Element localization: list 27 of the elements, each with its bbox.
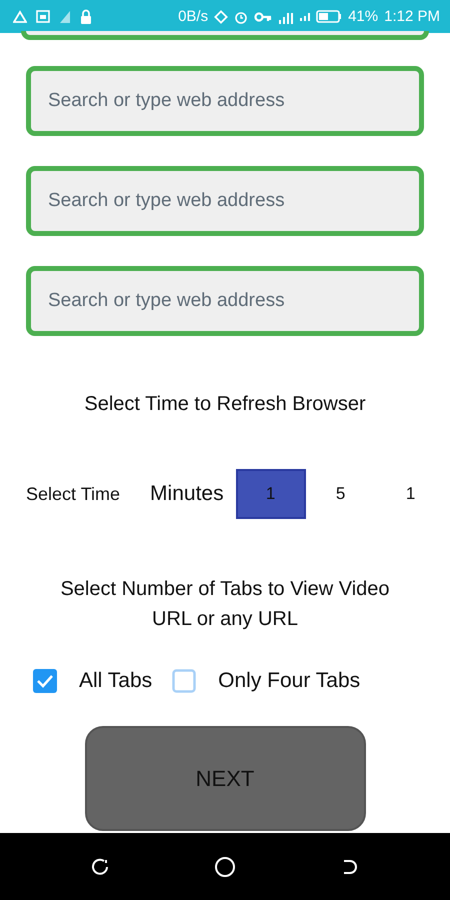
- lock-icon: [80, 9, 92, 24]
- warning-icon: [13, 10, 27, 24]
- url-input-field[interactable]: Search or type web address: [26, 166, 424, 236]
- checkbox-label: All Tabs: [79, 669, 152, 693]
- recents-icon[interactable]: [90, 856, 110, 876]
- minute-option[interactable]: 1: [376, 469, 446, 519]
- checkbox[interactable]: [33, 669, 57, 693]
- url-input-field[interactable]: Search or type web address: [26, 66, 424, 136]
- screenshot-icon: [36, 10, 50, 23]
- unit-label: Minutes: [150, 482, 224, 506]
- key-icon: [254, 10, 272, 22]
- minute-option[interactable]: 5: [306, 469, 376, 519]
- home-icon[interactable]: [214, 856, 236, 878]
- signal-icon: [59, 10, 71, 24]
- url-input-field[interactable]: Search or type web address: [26, 266, 424, 336]
- tabs-heading: Select Number of Tabs to View Video URL or any URL: [59, 577, 391, 632]
- signal-icon: [300, 12, 310, 21]
- network-speed: 0B/s: [178, 8, 208, 25]
- battery-percent: 41%: [348, 8, 378, 25]
- rotate-icon: [214, 10, 228, 24]
- time-label: Select Time: [26, 484, 120, 504]
- checkbox-label: Only Four Tabs: [218, 669, 360, 693]
- refresh-heading: Select Time to Refresh Browser: [84, 393, 366, 416]
- alarm-icon: [234, 10, 248, 24]
- clock-time: 1:12 PM: [384, 8, 440, 25]
- checkbox[interactable]: [172, 669, 196, 693]
- battery-icon: [316, 10, 342, 23]
